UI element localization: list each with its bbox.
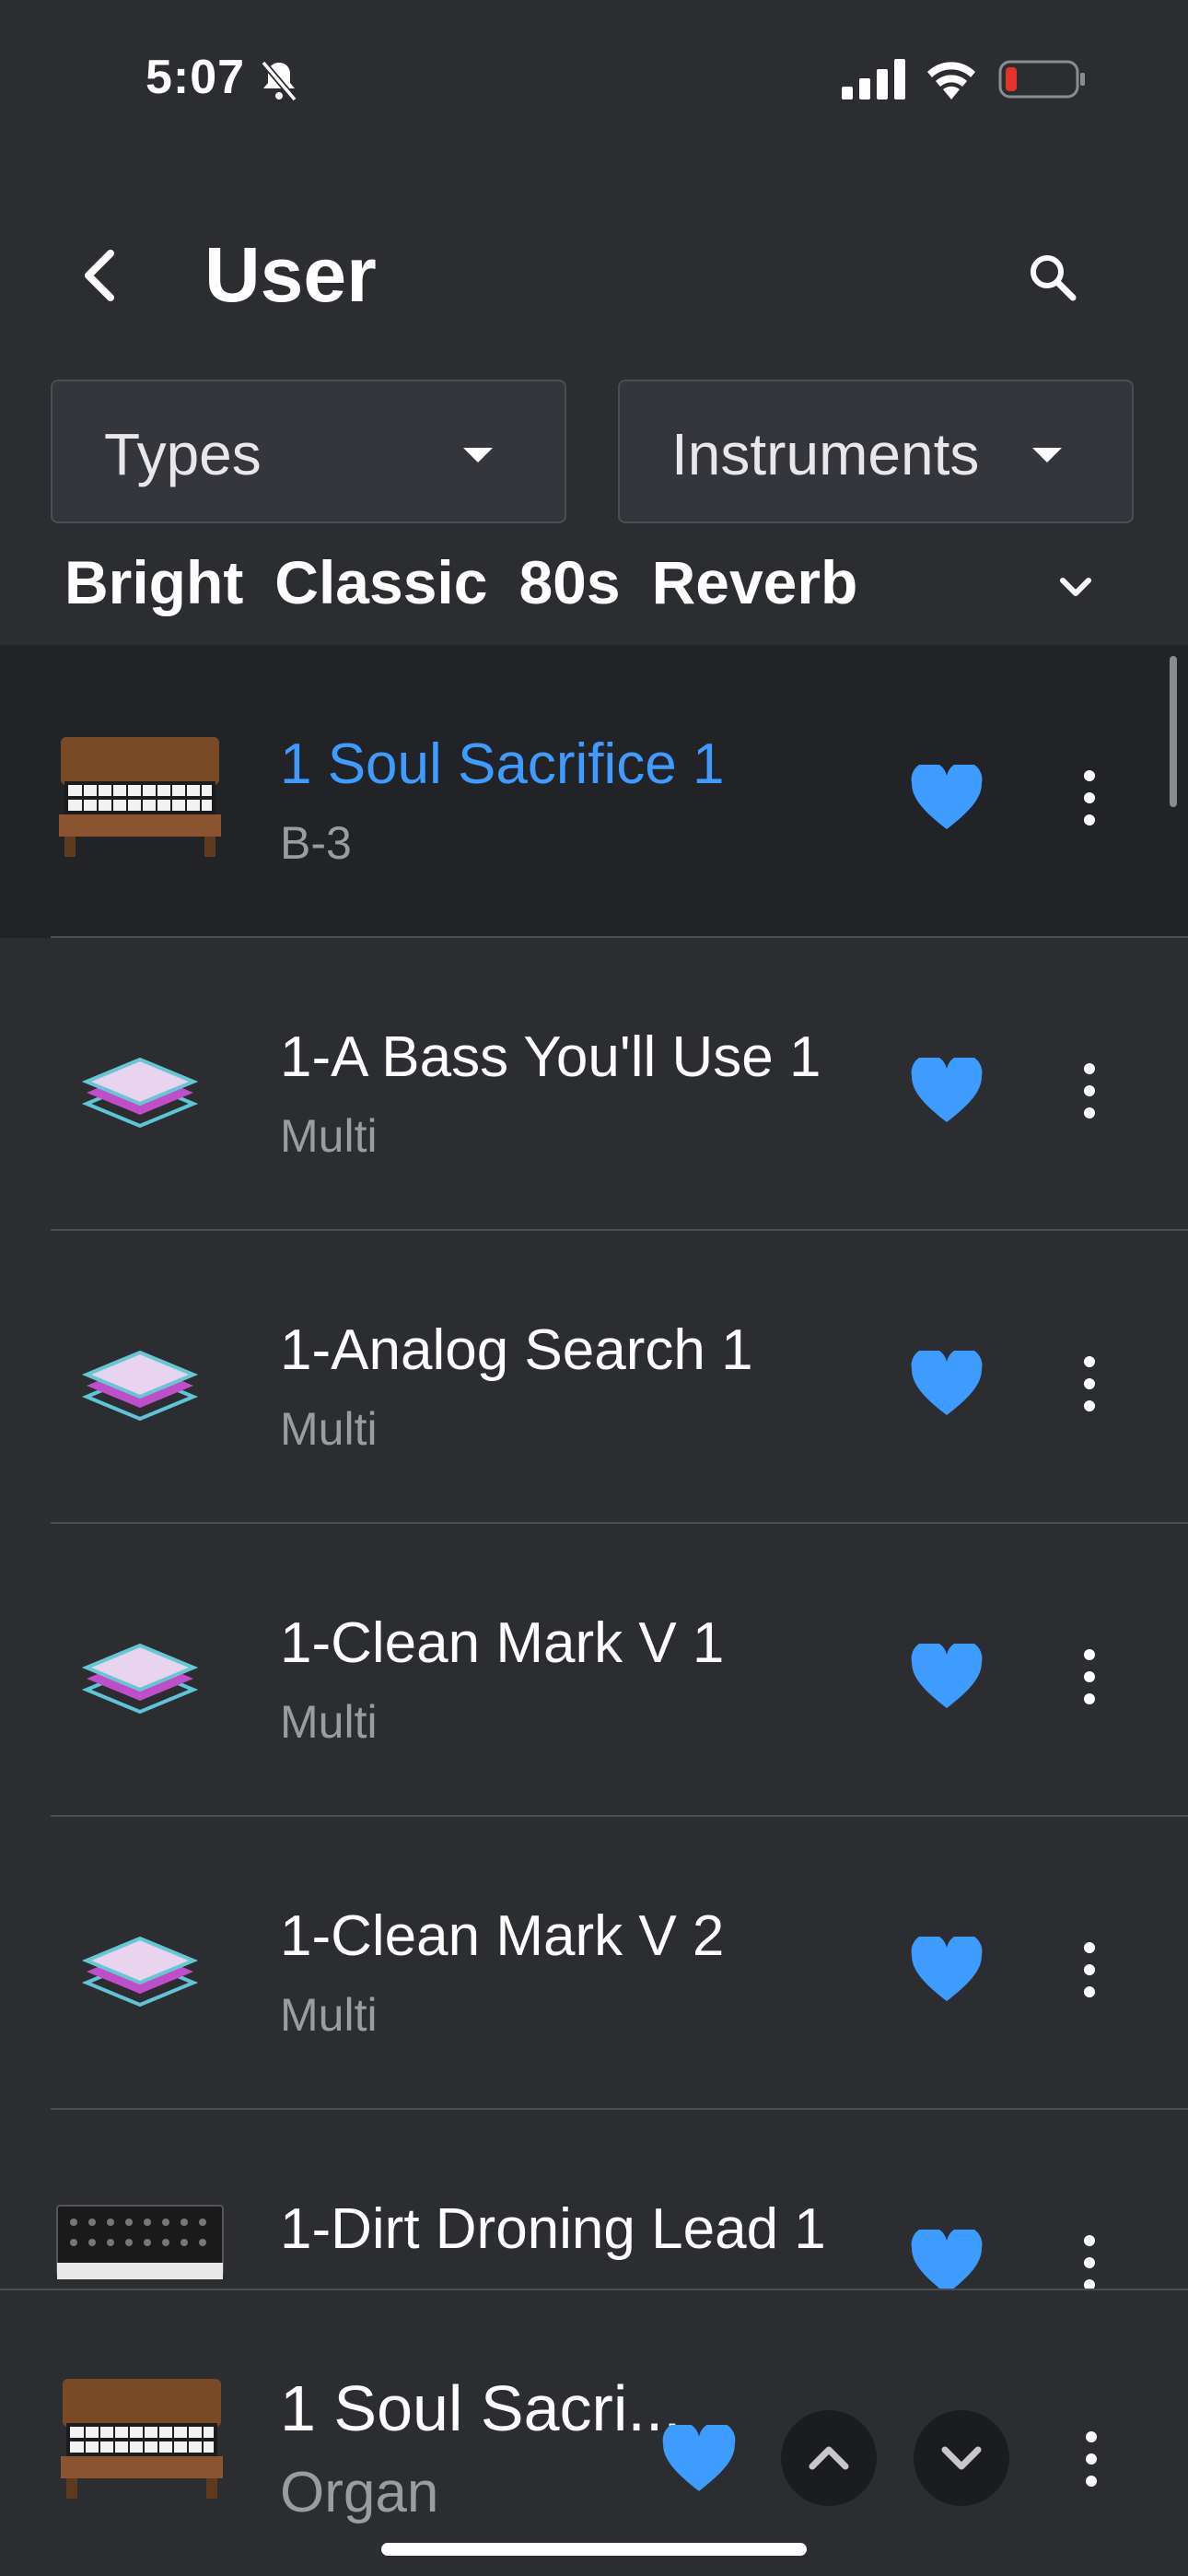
back-button[interactable] — [72, 243, 127, 308]
preset-row[interactable]: 1-Dirt Droning Lead 1 — [0, 2110, 1188, 2294]
organ-thumbnail — [61, 2379, 223, 2499]
preset-type: Multi — [280, 1110, 378, 1162]
now-playing-bar[interactable]: 1 Soul Sacri... Organ — [0, 2289, 1188, 2576]
more-vertical-icon — [1084, 1649, 1095, 1704]
preset-list[interactable]: 1 Soul Sacrifice 1 B-3 1-A Bass You'll U… — [0, 645, 1188, 2294]
home-indicator[interactable] — [381, 2543, 807, 2556]
more-options-button[interactable] — [1057, 1933, 1122, 2007]
favorite-heart-icon[interactable] — [910, 1058, 984, 1124]
more-options-button[interactable] — [1057, 1347, 1122, 1421]
more-options-button[interactable] — [1057, 1054, 1122, 1128]
caret-down-icon — [463, 448, 493, 463]
favorite-heart-icon[interactable] — [910, 1351, 984, 1417]
types-dropdown-label: Types — [104, 421, 262, 487]
tag-chip[interactable]: Classic — [274, 547, 487, 630]
favorite-heart-icon[interactable] — [910, 765, 984, 831]
multi-layers-icon — [81, 1936, 199, 2008]
multi-layers-icon — [81, 1643, 199, 1715]
favorite-heart-icon[interactable] — [910, 2230, 984, 2294]
more-vertical-icon — [1084, 770, 1095, 825]
status-time: 5:07 — [146, 51, 246, 104]
preset-type: Multi — [280, 1403, 378, 1455]
preset-type: Multi — [280, 1989, 378, 2041]
search-icon — [1031, 255, 1077, 301]
list-scrollbar[interactable] — [1170, 656, 1177, 807]
preset-name: 1 Soul Sacrifice 1 — [280, 732, 725, 796]
now-playing-name: 1 Soul Sacri... — [280, 2372, 681, 2444]
favorite-heart-icon[interactable] — [910, 1937, 984, 2003]
multi-layers-icon — [81, 1350, 199, 1422]
multi-layers-icon — [81, 1057, 199, 1129]
previous-preset-button[interactable] — [781, 2410, 877, 2506]
page-title: User — [204, 231, 377, 318]
next-preset-button[interactable] — [914, 2410, 1009, 2506]
instruments-dropdown[interactable]: Instruments — [618, 380, 1134, 523]
preset-row[interactable]: 1 Soul Sacrifice 1 B-3 — [0, 645, 1188, 938]
battery-low-icon — [998, 60, 1085, 99]
preset-row[interactable]: 1-A Bass You'll Use 1 Multi — [0, 938, 1188, 1231]
more-options-button[interactable] — [1057, 761, 1122, 835]
bell-muted-icon — [261, 60, 297, 102]
favorite-heart-icon[interactable] — [661, 2425, 737, 2493]
chevron-down-icon — [941, 2446, 982, 2470]
search-button[interactable] — [1020, 245, 1085, 310]
chevron-left-icon — [85, 250, 114, 301]
more-vertical-icon — [1084, 1063, 1095, 1118]
cellular-signal-icon — [842, 59, 905, 100]
more-options-button[interactable] — [1059, 2419, 1124, 2499]
chevron-up-icon — [809, 2446, 849, 2470]
preset-name: 1-A Bass You'll Use 1 — [280, 1025, 821, 1089]
status-bar: 5:07 — [0, 0, 1188, 157]
more-options-button[interactable] — [1057, 2226, 1122, 2294]
instruments-dropdown-label: Instruments — [671, 421, 980, 487]
preset-type: B-3 — [280, 817, 352, 869]
more-vertical-icon — [1084, 2235, 1095, 2290]
types-dropdown[interactable]: Types — [51, 380, 566, 523]
more-options-button[interactable] — [1057, 1640, 1122, 1714]
now-playing-type: Organ — [280, 2461, 439, 2524]
synth-thumbnail — [56, 2205, 224, 2279]
organ-thumbnail — [59, 737, 221, 857]
more-vertical-icon — [1084, 1942, 1095, 1997]
preset-name: 1-Clean Mark V 2 — [280, 1904, 725, 1968]
preset-row[interactable]: 1-Clean Mark V 1 Multi — [0, 1524, 1188, 1817]
preset-name: 1-Dirt Droning Lead 1 — [280, 2197, 826, 2261]
preset-row[interactable]: 1-Clean Mark V 2 Multi — [0, 1817, 1188, 2110]
tag-chip[interactable]: Bright — [64, 547, 243, 630]
nav-header: User — [0, 203, 1188, 341]
expand-tags-chevron-icon[interactable] — [1057, 571, 1094, 604]
wifi-icon — [927, 62, 975, 100]
tag-chip[interactable]: 80s — [518, 547, 620, 630]
preset-row[interactable]: 1-Analog Search 1 Multi — [0, 1231, 1188, 1524]
tag-list: Bright Classic 80s Reverb — [64, 547, 857, 630]
preset-name: 1-Analog Search 1 — [280, 1318, 753, 1382]
more-vertical-icon — [1084, 1356, 1095, 1411]
preset-type: Multi — [280, 1696, 378, 1748]
preset-name: 1-Clean Mark V 1 — [280, 1611, 725, 1675]
tag-chip[interactable]: Reverb — [652, 547, 858, 630]
caret-down-icon — [1032, 448, 1062, 463]
more-vertical-icon — [1086, 2431, 1097, 2487]
favorite-heart-icon[interactable] — [910, 1644, 984, 1710]
